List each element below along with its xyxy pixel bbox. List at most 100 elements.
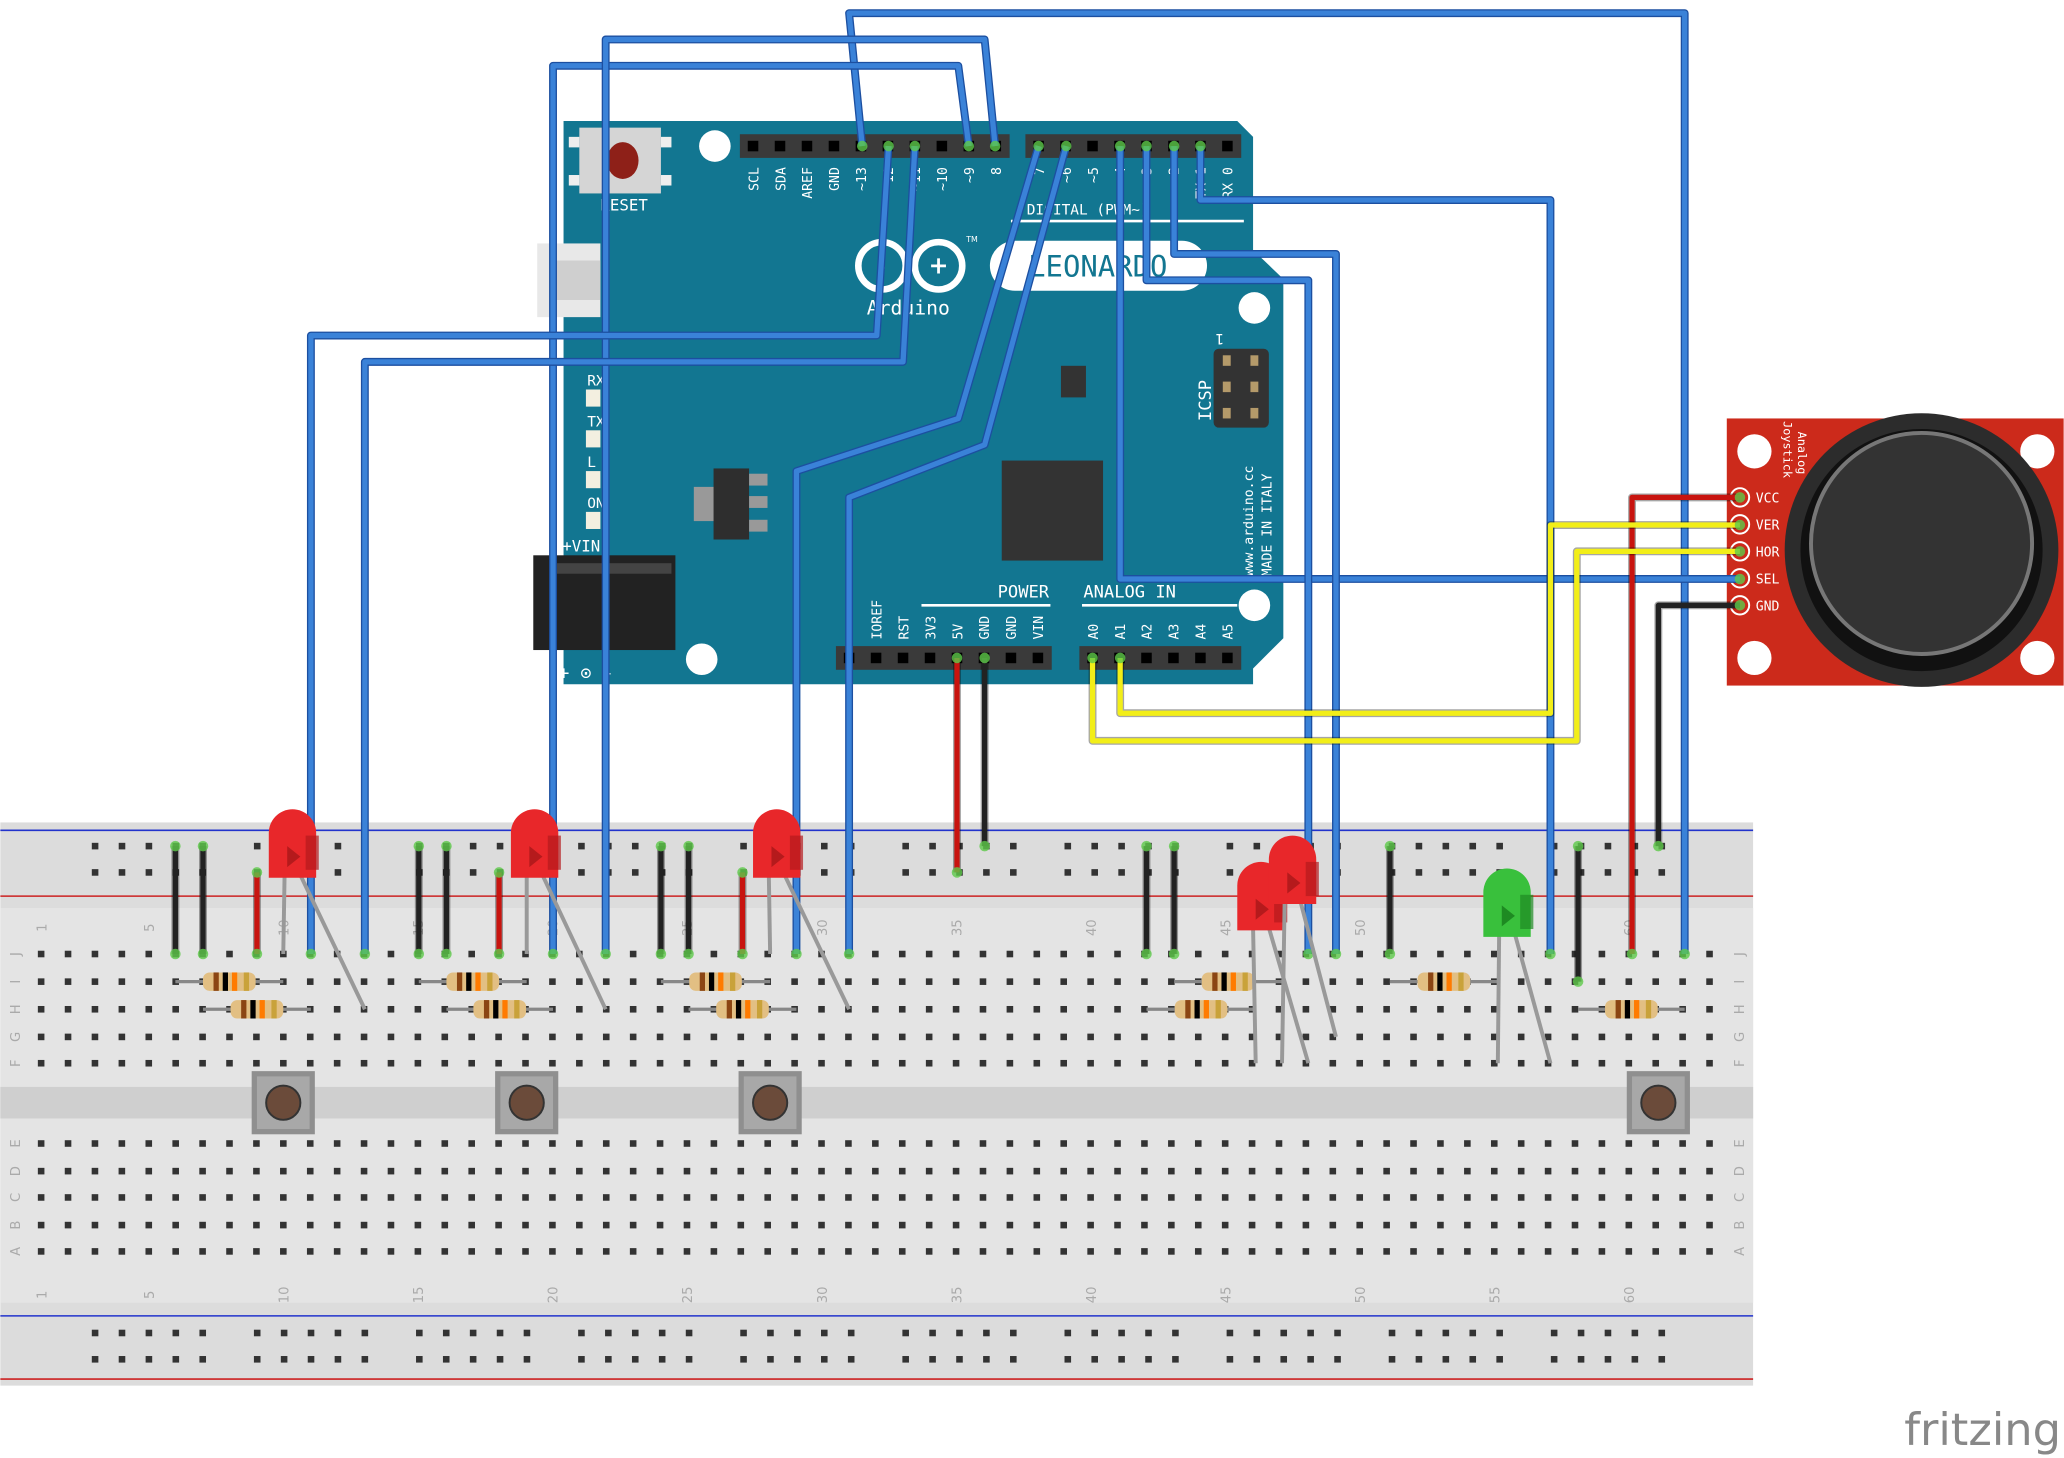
breadboard-hole[interactable]	[1571, 1221, 1579, 1229]
breadboard-hole[interactable]	[333, 1167, 341, 1175]
breadboard-hole[interactable]	[118, 1140, 126, 1147]
rail-hole[interactable]	[1415, 1329, 1423, 1337]
wire-end[interactable]	[1734, 492, 1746, 503]
breadboard-hole[interactable]	[1517, 1005, 1525, 1013]
wire-end[interactable]	[359, 948, 371, 960]
breadboard-hole[interactable]	[333, 1221, 341, 1229]
rail-hole[interactable]	[1118, 842, 1125, 850]
breadboard-hole[interactable]	[764, 1248, 771, 1255]
wire-end[interactable]	[441, 948, 452, 960]
breadboard-hole[interactable]	[1410, 1194, 1417, 1201]
breadboard-hole[interactable]	[979, 978, 987, 985]
breadboard-hole[interactable]	[898, 1221, 906, 1229]
breadboard-hole[interactable]	[1706, 1140, 1713, 1147]
breadboard-hole[interactable]	[1517, 1140, 1525, 1147]
breadboard-hole[interactable]	[253, 1167, 260, 1175]
breadboard-hole[interactable]	[737, 1140, 745, 1147]
reset-button[interactable]	[568, 127, 672, 194]
breadboard-hole[interactable]	[656, 1033, 664, 1041]
breadboard-hole[interactable]	[118, 1059, 126, 1067]
breadboard-hole[interactable]	[710, 1059, 718, 1067]
breadboard-hole[interactable]	[226, 1033, 233, 1041]
breadboard-hole[interactable]	[360, 978, 368, 985]
breadboard-hole[interactable]	[1544, 1140, 1552, 1147]
breadboard-hole[interactable]	[1114, 1194, 1121, 1201]
breadboard-hole[interactable]	[925, 950, 933, 958]
breadboard-hole[interactable]	[118, 1167, 126, 1175]
breadboard-hole[interactable]	[1114, 1221, 1121, 1229]
wire-end[interactable]	[951, 652, 963, 664]
breadboard-hole[interactable]	[360, 1033, 368, 1041]
wire-end[interactable]	[1114, 652, 1126, 664]
breadboard-hole[interactable]	[576, 1059, 583, 1067]
breadboard-hole[interactable]	[145, 1005, 153, 1013]
rail-hole[interactable]	[740, 1356, 747, 1363]
breadboard-hole[interactable]	[64, 978, 72, 985]
rail-hole[interactable]	[145, 842, 153, 850]
breadboard-hole[interactable]	[387, 1005, 395, 1013]
breadboard-hole[interactable]	[118, 950, 126, 958]
breadboard-hole[interactable]	[1141, 978, 1148, 985]
pushbutton[interactable]	[738, 1071, 802, 1135]
breadboard-hole[interactable]	[1329, 1167, 1337, 1175]
header-pin[interactable]	[1032, 652, 1044, 664]
breadboard-hole[interactable]	[602, 1140, 610, 1147]
rail-hole[interactable]	[1307, 1329, 1314, 1337]
breadboard-hole[interactable]	[1410, 1248, 1417, 1255]
breadboard-hole[interactable]	[1652, 1059, 1660, 1067]
breadboard-hole[interactable]	[845, 1221, 852, 1229]
breadboard-hole[interactable]	[226, 1140, 233, 1147]
breadboard-hole[interactable]	[764, 1194, 771, 1201]
breadboard-hole[interactable]	[1114, 1140, 1121, 1147]
breadboard-hole[interactable]	[495, 1221, 502, 1229]
wire-end[interactable]	[1141, 140, 1152, 152]
rail-hole[interactable]	[956, 1356, 963, 1363]
breadboard-hole[interactable]	[629, 1140, 637, 1147]
wire-end[interactable]	[1060, 140, 1072, 152]
wire-end[interactable]	[979, 652, 990, 664]
wire-end[interactable]	[1087, 652, 1098, 664]
breadboard-hole[interactable]	[1437, 950, 1444, 958]
breadboard-hole[interactable]	[1060, 1167, 1068, 1175]
breadboard-hole[interactable]	[1598, 1221, 1606, 1229]
breadboard-hole[interactable]	[172, 1059, 179, 1067]
wire-end[interactable]	[883, 140, 894, 152]
breadboard-hole[interactable]	[1598, 1059, 1606, 1067]
breadboard-hole[interactable]	[1598, 1248, 1606, 1255]
breadboard-hole[interactable]	[602, 1248, 610, 1255]
breadboard-hole[interactable]	[952, 1248, 960, 1255]
breadboard-hole[interactable]	[172, 1167, 179, 1175]
breadboard-hole[interactable]	[1706, 1221, 1713, 1229]
breadboard-hole[interactable]	[1544, 978, 1552, 985]
breadboard-hole[interactable]	[1356, 950, 1364, 958]
breadboard-hole[interactable]	[1194, 1221, 1202, 1229]
breadboard-hole[interactable]	[1033, 1167, 1041, 1175]
wire-end[interactable]	[305, 948, 317, 960]
breadboard-hole[interactable]	[710, 1167, 718, 1175]
wire-end[interactable]	[1141, 840, 1152, 852]
wire-end[interactable]	[1141, 948, 1152, 960]
rail-hole[interactable]	[469, 842, 477, 850]
breadboard-hole[interactable]	[979, 1248, 987, 1255]
breadboard-hole[interactable]	[306, 1140, 314, 1147]
rail-hole[interactable]	[118, 842, 126, 850]
breadboard-hole[interactable]	[872, 950, 879, 958]
breadboard-hole[interactable]	[791, 978, 798, 985]
breadboard-hole[interactable]	[1060, 1194, 1068, 1201]
breadboard-hole[interactable]	[925, 978, 933, 985]
breadboard-hole[interactable]	[979, 1221, 987, 1229]
breadboard-hole[interactable]	[656, 1221, 664, 1229]
rail-hole[interactable]	[1496, 842, 1503, 850]
breadboard-hole[interactable]	[818, 1248, 825, 1255]
breadboard-hole[interactable]	[872, 1167, 879, 1175]
breadboard-hole[interactable]	[845, 1248, 852, 1255]
breadboard-hole[interactable]	[1437, 1221, 1444, 1229]
breadboard-hole[interactable]	[1329, 1248, 1337, 1255]
breadboard-hole[interactable]	[1706, 1248, 1713, 1255]
breadboard-hole[interactable]	[576, 1194, 583, 1201]
breadboard-hole[interactable]	[1221, 1221, 1229, 1229]
breadboard-hole[interactable]	[1517, 1059, 1525, 1067]
breadboard-hole[interactable]	[1087, 950, 1094, 958]
resistor[interactable]	[716, 1000, 769, 1019]
breadboard-hole[interactable]	[37, 1140, 45, 1147]
